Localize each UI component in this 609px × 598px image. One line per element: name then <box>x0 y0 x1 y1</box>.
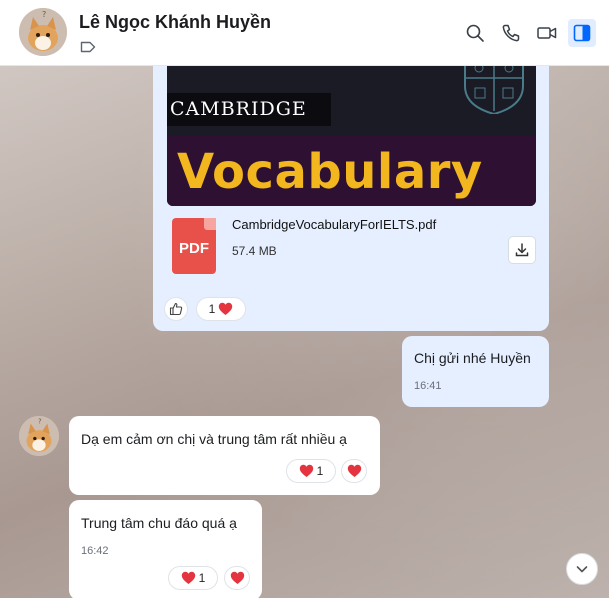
reaction-count: 1 <box>208 302 216 316</box>
message-time: 16:41 <box>414 380 442 392</box>
file-type-label: PDF <box>179 240 209 257</box>
heart-icon <box>230 571 244 584</box>
toggle-side-panel-button[interactable] <box>568 19 596 47</box>
chevron-down-icon <box>576 566 588 573</box>
like-reaction-button[interactable] <box>164 297 188 321</box>
sender-avatar[interactable]: ? <box>19 416 59 456</box>
banner-title: Vocabulary <box>167 136 536 206</box>
phone-icon <box>502 24 520 42</box>
react-heart-button[interactable] <box>224 566 250 590</box>
heart-reaction-summary[interactable]: 1 <box>168 566 218 590</box>
heart-icon <box>299 464 313 477</box>
thumbnail-corner-shape <box>167 66 207 68</box>
file-name[interactable]: CambridgeVocabularyForIELTS.pdf <box>232 217 436 232</box>
banner-title-text: Vocabulary <box>177 144 483 200</box>
svg-text:?: ? <box>38 418 42 426</box>
heart-reaction-summary[interactable]: 1 <box>196 297 246 321</box>
heart-reaction-summary[interactable]: 1 <box>286 459 336 483</box>
react-heart-button[interactable] <box>341 459 367 483</box>
message-text: Chị gửi nhé Huyền <box>414 350 531 366</box>
message-text: Trung tâm chu đáo quá ạ <box>81 515 237 531</box>
message-bubble-them[interactable]: Trung tâm chu đáo quá ạ 16:42 1 <box>69 500 262 598</box>
pdf-file-icon: PDF <box>172 218 216 274</box>
message-time: 16:42 <box>81 545 109 557</box>
voice-call-button[interactable] <box>497 19 525 47</box>
banner-publisher: CAMBRIDGE <box>167 93 331 126</box>
scroll-to-bottom-button[interactable] <box>566 553 598 585</box>
heart-icon <box>181 571 195 584</box>
video-call-button[interactable] <box>533 19 561 47</box>
chat-header: ? Lê Ngọc Khánh Huyền <box>0 0 609 66</box>
search-button[interactable] <box>461 19 489 47</box>
download-button[interactable] <box>508 236 536 264</box>
message-bubble-them[interactable]: Dạ em cảm ơn chị và trung tâm rất nhiều … <box>69 416 380 495</box>
banner-publisher-text: CAMBRIDGE <box>170 98 307 120</box>
reaction-count: 1 <box>198 571 206 585</box>
heart-icon <box>219 302 233 315</box>
reaction-count: 1 <box>316 464 324 478</box>
file-thumbnail[interactable]: CAMBRIDGE Vocabulary <box>167 66 536 206</box>
svg-text:?: ? <box>42 10 46 19</box>
search-icon <box>466 24 484 42</box>
heart-icon <box>347 464 361 477</box>
side-panel-icon <box>573 24 591 42</box>
file-message-bubble[interactable]: CAMBRIDGE Vocabulary PDF CambridgeVocabu… <box>153 66 549 331</box>
contact-name[interactable]: Lê Ngọc Khánh Huyền <box>79 12 271 33</box>
file-attachment[interactable]: PDF CambridgeVocabularyForIELTS.pdf 57.4… <box>167 214 536 284</box>
contact-avatar[interactable]: ? <box>19 8 67 56</box>
cambridge-crest-icon <box>464 66 524 114</box>
message-bubble-me[interactable]: Chị gửi nhé Huyền 16:41 <box>402 336 549 407</box>
download-icon <box>515 243 529 257</box>
message-text: Dạ em cảm ơn chị và trung tâm rất nhiều … <box>81 431 347 447</box>
file-size: 57.4 MB <box>232 244 277 258</box>
message-list[interactable]: CAMBRIDGE Vocabulary PDF CambridgeVocabu… <box>0 66 609 598</box>
tag-icon[interactable] <box>80 41 96 53</box>
thumbs-up-icon <box>169 302 183 316</box>
video-call-icon <box>537 27 557 39</box>
